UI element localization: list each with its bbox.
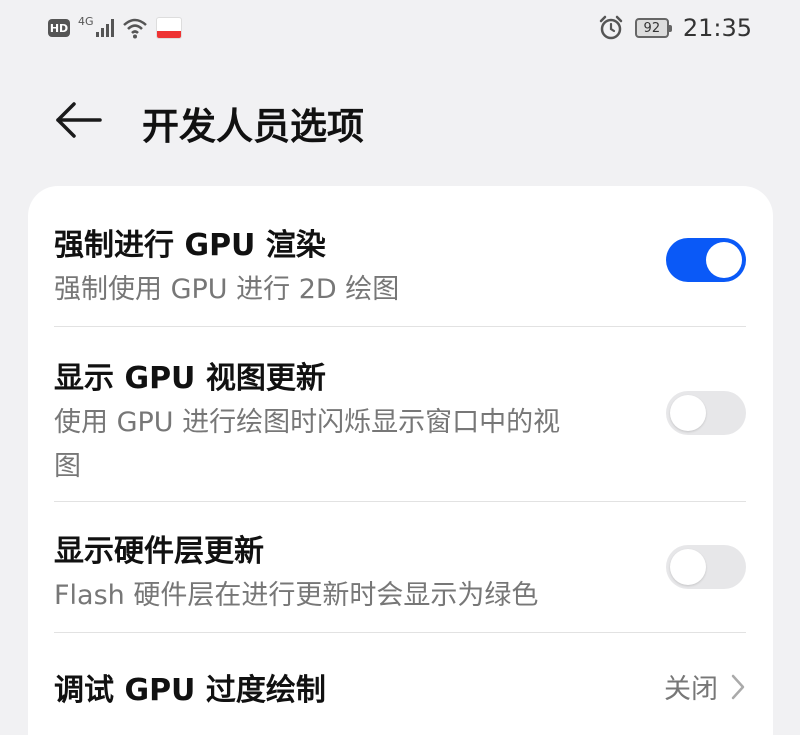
status-bar: HD 4G 92 21:35	[0, 0, 800, 56]
setting-title: 强制进行 GPU 渲染	[54, 228, 326, 263]
clock: 21:35	[682, 14, 752, 42]
setting-subtitle-line-2: 图	[54, 451, 81, 482]
wifi-icon	[122, 18, 147, 39]
setting-force-gpu-rendering[interactable]: 强制进行 GPU 渲染 强制使用 GPU 进行 2D 绘图	[54, 186, 746, 326]
setting-subtitle-line-1: 使用 GPU 进行绘图时闪烁显示窗口中的视	[54, 407, 561, 438]
setting-subtitle: 强制使用 GPU 进行 2D 绘图	[54, 274, 400, 305]
battery-level: 92	[643, 20, 661, 36]
header: 开发人员选项	[0, 80, 800, 160]
app-notification-icon	[155, 17, 182, 39]
setting-title: 显示硬件层更新	[54, 534, 264, 569]
setting-value[interactable]: 关闭	[664, 667, 746, 706]
status-bar-right: 92 21:35	[597, 12, 752, 44]
setting-debug-gpu-overdraw[interactable]: 调试 GPU 过度绘制 关闭	[54, 633, 746, 735]
toggle-knob	[670, 549, 706, 585]
signal-icon	[95, 19, 114, 37]
setting-title: 显示 GPU 视图更新	[54, 361, 326, 396]
setting-value-text: 关闭	[664, 674, 718, 705]
setting-title: 调试 GPU 过度绘制	[54, 673, 326, 708]
setting-show-hardware-layer-updates[interactable]: 显示硬件层更新 Flash 硬件层在进行更新时会显示为绿色	[54, 502, 746, 632]
alarm-icon	[599, 15, 623, 40]
chevron-right-icon	[731, 674, 745, 699]
status-bar-left: HD 4G	[48, 14, 182, 42]
toggle-show-hardware-layer-updates[interactable]	[666, 545, 746, 589]
toggle-show-gpu-view-updates[interactable]	[666, 391, 746, 435]
toggle-knob	[706, 242, 742, 278]
toggle-knob	[670, 395, 706, 431]
toggle-force-gpu-rendering[interactable]	[666, 238, 746, 282]
setting-subtitle: Flash 硬件层在进行更新时会显示为绿色	[54, 580, 539, 611]
settings-card: 强制进行 GPU 渲染 强制使用 GPU 进行 2D 绘图 显示 GPU 视图更…	[28, 186, 773, 735]
back-button[interactable]	[50, 98, 106, 142]
battery-icon: 92	[634, 18, 672, 38]
arrow-left-icon	[56, 102, 102, 138]
screen: HD 4G 92 21:35 开发人员选项 强制进行 GPU 渲染 强制使用 G…	[0, 0, 800, 735]
network-type-label: 4G	[78, 14, 94, 28]
hd-badge: HD	[48, 19, 70, 37]
setting-show-gpu-view-updates[interactable]: 显示 GPU 视图更新 使用 GPU 进行绘图时闪烁显示窗口中的视 图	[54, 327, 746, 501]
page-title: 开发人员选项	[142, 105, 364, 148]
